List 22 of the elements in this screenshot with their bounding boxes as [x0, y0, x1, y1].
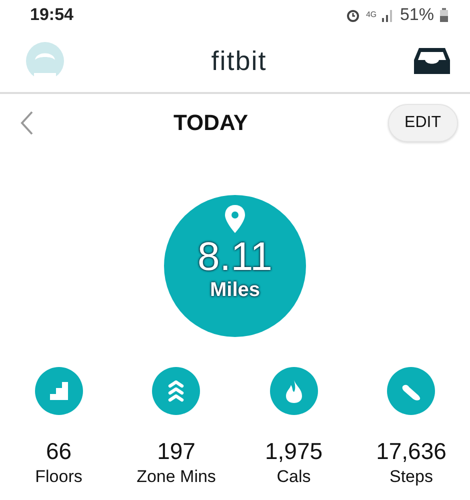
- day-title: TODAY: [172, 110, 250, 136]
- stat-label: Floors: [35, 467, 82, 487]
- network-type: 4G: [366, 11, 376, 19]
- stat-value: 66: [46, 438, 72, 465]
- location-pin-icon: [225, 205, 245, 233]
- app-title: fitbit: [210, 46, 268, 76]
- signal-icon: [382, 8, 394, 22]
- stat-value: 17,636: [376, 438, 446, 465]
- stat-label: Zone Mins: [136, 467, 216, 487]
- stat-label: Cals: [276, 467, 311, 487]
- inbox-icon[interactable]: [414, 48, 450, 74]
- back-icon[interactable]: [20, 111, 34, 135]
- stat-value: 1,975: [264, 438, 323, 465]
- clock-time: 19:54: [30, 5, 74, 25]
- distance-unit: Miles: [210, 279, 260, 302]
- battery-icon: [440, 8, 448, 22]
- stat-value: 197: [157, 438, 196, 465]
- battery-level: 51%: [400, 5, 434, 25]
- edit-button[interactable]: EDIT: [388, 104, 458, 142]
- stat-label: Steps: [390, 467, 433, 487]
- distance-value: 8.11: [198, 235, 272, 279]
- alarm-icon: [346, 8, 360, 22]
